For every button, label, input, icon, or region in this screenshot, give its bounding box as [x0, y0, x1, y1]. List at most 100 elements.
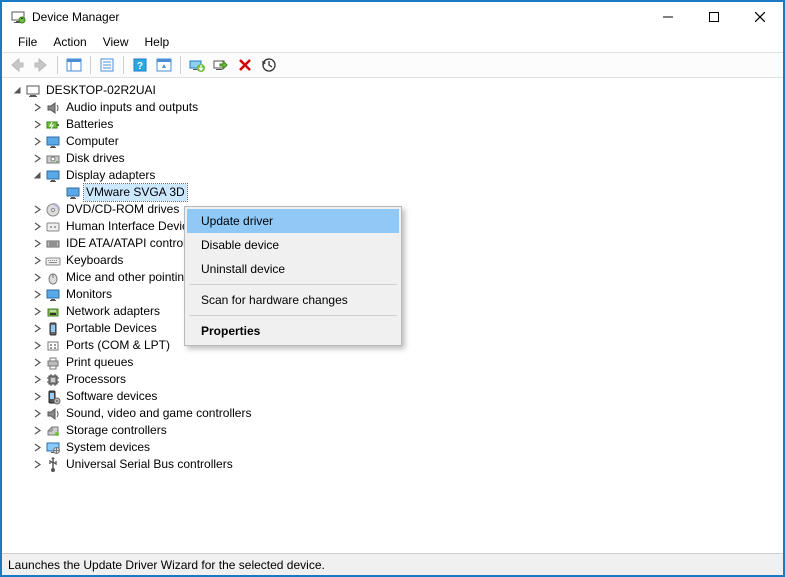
ctx-scan-hardware[interactable]: Scan for hardware changes — [187, 288, 399, 312]
window-controls — [645, 2, 783, 32]
monitor-icon — [45, 168, 61, 184]
monitor-icon — [45, 287, 61, 303]
enable-button[interactable] — [210, 54, 232, 76]
tree-label: DVD/CD-ROM drives — [64, 201, 181, 218]
expand-icon[interactable] — [30, 118, 44, 132]
disk-icon — [45, 151, 61, 167]
tree-label: Keyboards — [64, 252, 125, 269]
tree-category[interactable]: Audio inputs and outputs — [2, 99, 783, 116]
menu-action[interactable]: Action — [45, 33, 94, 51]
expand-icon[interactable] — [30, 101, 44, 115]
expand-icon[interactable] — [30, 390, 44, 404]
title-bar: Device Manager — [2, 2, 783, 32]
tree-category[interactable]: System devices — [2, 439, 783, 456]
expand-icon[interactable] — [30, 322, 44, 336]
tree-label: Display adapters — [64, 167, 157, 184]
tree-category[interactable]: Computer — [2, 133, 783, 150]
update-driver-button[interactable] — [186, 54, 208, 76]
tree-label: DESKTOP-02R2UAI — [44, 82, 158, 99]
menu-view[interactable]: View — [95, 33, 137, 51]
expand-icon[interactable] — [30, 152, 44, 166]
tree-label: Portable Devices — [64, 320, 159, 337]
expand-icon[interactable] — [10, 84, 24, 98]
expand-icon[interactable] — [30, 407, 44, 421]
expand-icon[interactable] — [30, 458, 44, 472]
context-menu: Update driver Disable device Uninstall d… — [184, 206, 402, 346]
tree-category[interactable]: Universal Serial Bus controllers — [2, 456, 783, 473]
forward-button — [30, 54, 52, 76]
tree-label: Processors — [64, 371, 128, 388]
toolbar: ? — [2, 52, 783, 78]
network-icon — [45, 304, 61, 320]
maximize-button[interactable] — [691, 2, 737, 32]
tree-label: Human Interface Devices — [64, 218, 203, 235]
status-bar: Launches the Update Driver Wizard for th… — [2, 553, 783, 575]
properties-button[interactable] — [96, 54, 118, 76]
tree-label: Print queues — [64, 354, 135, 371]
expand-icon[interactable] — [30, 203, 44, 217]
expand-icon[interactable] — [30, 356, 44, 370]
tree-label: Network adapters — [64, 303, 162, 320]
expand-icon[interactable] — [30, 135, 44, 149]
tree-label: Monitors — [64, 286, 114, 303]
scan-hardware-button[interactable] — [258, 54, 280, 76]
expand-spacer — [50, 186, 64, 200]
toolbar-separator — [90, 56, 91, 74]
expand-icon[interactable] — [30, 441, 44, 455]
tree-label: Computer — [64, 133, 121, 150]
tree-category[interactable]: Display adapters — [2, 167, 783, 184]
ctx-update-driver[interactable]: Update driver — [187, 209, 399, 233]
ctx-uninstall-device[interactable]: Uninstall device — [187, 257, 399, 281]
expand-icon[interactable] — [30, 305, 44, 319]
expand-icon[interactable] — [30, 237, 44, 251]
show-hidden-button[interactable] — [63, 54, 85, 76]
tree-category[interactable]: Storage controllers — [2, 422, 783, 439]
expand-icon[interactable] — [30, 169, 44, 183]
expand-icon[interactable] — [30, 373, 44, 387]
tree-label: Audio inputs and outputs — [64, 99, 200, 116]
system-icon — [45, 440, 61, 456]
menu-help[interactable]: Help — [137, 33, 178, 51]
tree-label: Sound, video and game controllers — [64, 405, 253, 422]
tree-category[interactable]: Software devices — [2, 388, 783, 405]
minimize-button[interactable] — [645, 2, 691, 32]
tree-category[interactable]: Print queues — [2, 354, 783, 371]
ctx-properties[interactable]: Properties — [187, 319, 399, 343]
tree-device[interactable]: VMware SVGA 3D — [2, 184, 783, 201]
tree-category[interactable]: Sound, video and game controllers — [2, 405, 783, 422]
expand-icon[interactable] — [30, 271, 44, 285]
expand-icon[interactable] — [30, 288, 44, 302]
hid-icon — [45, 219, 61, 235]
svg-text:?: ? — [137, 61, 143, 72]
tree-category[interactable]: Disk drives — [2, 150, 783, 167]
tree-root[interactable]: DESKTOP-02R2UAI — [2, 82, 783, 99]
expand-icon[interactable] — [30, 254, 44, 268]
monitor-icon — [45, 134, 61, 150]
close-button[interactable] — [737, 2, 783, 32]
expand-icon[interactable] — [30, 424, 44, 438]
expand-icon[interactable] — [30, 220, 44, 234]
tree-category[interactable]: Batteries — [2, 116, 783, 133]
action-button[interactable] — [153, 54, 175, 76]
keyboard-icon — [45, 253, 61, 269]
uninstall-button[interactable] — [234, 54, 256, 76]
menu-file[interactable]: File — [10, 33, 45, 51]
ctx-disable-device[interactable]: Disable device — [187, 233, 399, 257]
speaker-icon — [45, 100, 61, 116]
tree-label: Ports (COM & LPT) — [64, 337, 172, 354]
monitor-icon — [65, 185, 81, 201]
cpu-icon — [45, 372, 61, 388]
tree-label: VMware SVGA 3D — [84, 184, 187, 201]
help-button[interactable]: ? — [129, 54, 151, 76]
speaker-icon — [45, 406, 61, 422]
battery-icon — [45, 117, 61, 133]
toolbar-separator — [180, 56, 181, 74]
ctx-separator — [189, 315, 397, 316]
printer-icon — [45, 355, 61, 371]
port-icon — [45, 338, 61, 354]
window-title: Device Manager — [32, 10, 645, 24]
expand-icon[interactable] — [30, 339, 44, 353]
tree-category[interactable]: Processors — [2, 371, 783, 388]
tree-label: System devices — [64, 439, 152, 456]
tree-label: Universal Serial Bus controllers — [64, 456, 235, 473]
